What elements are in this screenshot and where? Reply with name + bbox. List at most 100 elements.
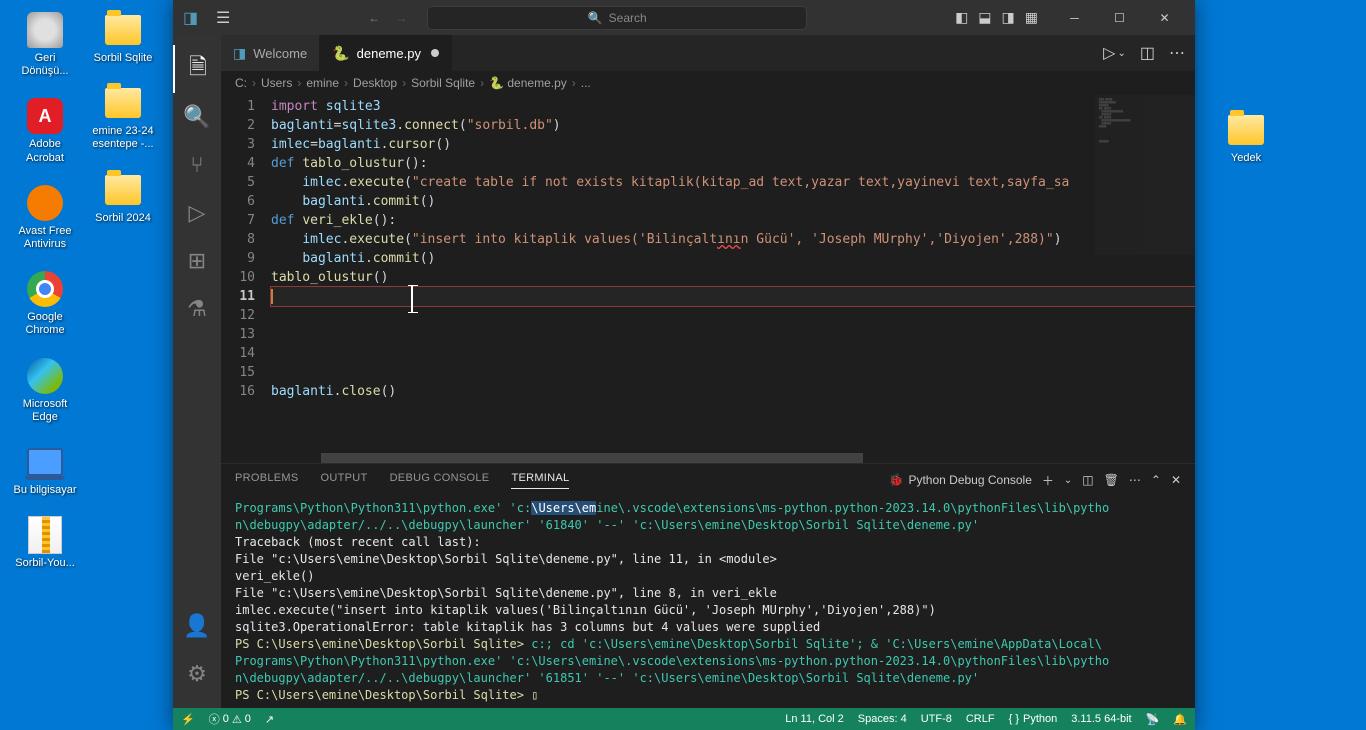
more-terminal-icon[interactable]: ⋯ xyxy=(1129,473,1141,487)
command-center-search[interactable]: 🔍 Search xyxy=(427,6,807,30)
pc-icon xyxy=(25,442,65,482)
problems-indicator[interactable]: ⓧ0 ⚠0 xyxy=(209,711,251,727)
code-content[interactable]: import sqlite3baglanti=sqlite3.connect("… xyxy=(271,95,1195,463)
terminal-dropdown-icon[interactable]: ⌄ xyxy=(1064,475,1072,486)
feedback-icon[interactable]: 📡 xyxy=(1146,713,1160,726)
run-button[interactable]: ▷ ⌄ xyxy=(1103,43,1126,63)
breadcrumbs[interactable]: C:›Users›emine›Desktop›Sorbil Sqlite›🐍 d… xyxy=(221,71,1195,95)
desktop-icon-bu-bilgisayar[interactable]: Bu bilgisayar xyxy=(10,442,80,497)
search-icon: 🔍 xyxy=(588,11,603,25)
minimap[interactable]: ████ ███████████████████████████████ ███… xyxy=(1095,95,1195,255)
maximize-panel-icon[interactable]: ⌃ xyxy=(1151,473,1161,487)
desktop-icon-adobe-acrobat[interactable]: AAdobe Acrobat xyxy=(10,96,80,164)
code-line-13[interactable] xyxy=(271,325,1195,344)
panel-tab-problems[interactable]: PROBLEMS xyxy=(235,472,299,488)
nav-back-icon[interactable]: ← xyxy=(368,11,380,25)
activity-extensions-icon[interactable]: ⊞ xyxy=(173,237,221,285)
breadcrumb-segment[interactable]: C: xyxy=(235,76,247,90)
breadcrumb-segment[interactable]: ... xyxy=(581,76,591,90)
layout-customize-icon[interactable]: ▦ xyxy=(1025,9,1038,26)
code-line-5[interactable]: imlec.execute("create table if not exist… xyxy=(271,173,1195,192)
code-line-4[interactable]: def tablo_olustur(): xyxy=(271,154,1195,173)
layout-panel-icon[interactable]: ⬓ xyxy=(978,9,991,26)
close-panel-icon[interactable]: ✕ xyxy=(1171,473,1181,487)
desktop-icon-geri-d-n-[interactable]: Geri Dönüşü... xyxy=(10,10,80,78)
code-line-12[interactable] xyxy=(271,306,1195,325)
folder-icon xyxy=(103,170,143,210)
panel-tab-debug-console[interactable]: DEBUG CONSOLE xyxy=(390,472,490,488)
notifications-icon[interactable]: 🔔 xyxy=(1173,713,1187,726)
curly-icon: { } xyxy=(1009,713,1019,725)
minimize-button[interactable]: ─ xyxy=(1052,0,1097,35)
breadcrumb-segment[interactable]: Desktop xyxy=(353,76,397,90)
terminal-line: Programs\Python\Python311\python.exe' 'c… xyxy=(235,653,1181,670)
terminal-output[interactable]: Programs\Python\Python311\python.exe' 'c… xyxy=(221,496,1195,708)
desktop-icon-sorbil-2024[interactable]: Sorbil 2024 xyxy=(88,170,158,225)
code-line-6[interactable]: baglanti.commit() xyxy=(271,192,1195,211)
desktop-icon-yedek[interactable]: Yedek xyxy=(1211,110,1281,165)
activity-account-icon[interactable]: 👤 xyxy=(173,602,221,650)
encoding[interactable]: UTF-8 xyxy=(921,713,952,725)
terminal-profile-dropdown[interactable]: 🐞Python Debug Console xyxy=(889,473,1032,487)
eol[interactable]: CRLF xyxy=(966,713,995,725)
layout-sidebar-left-icon[interactable]: ◧ xyxy=(955,9,968,26)
menu-button[interactable]: ☰ xyxy=(208,8,238,28)
desktop-icon-sorbil-you-[interactable]: Sorbil-You... xyxy=(10,515,80,570)
breadcrumb-segment[interactable]: Sorbil Sqlite xyxy=(411,76,475,90)
tab-deneme-py[interactable]: 🐍deneme.py xyxy=(320,35,452,71)
tab-label: Welcome xyxy=(253,46,307,61)
activity-scm-icon[interactable]: ⑂ xyxy=(173,141,221,189)
desktop-icon-emine-23-24-esentepe-[interactable]: emine 23-24 esentepe -... xyxy=(88,83,158,151)
edge-icon xyxy=(25,356,65,396)
new-terminal-icon[interactable]: ＋ xyxy=(1042,472,1054,489)
code-line-7[interactable]: def veri_ekle(): xyxy=(271,211,1195,230)
close-button[interactable]: ✕ xyxy=(1142,0,1187,35)
code-line-14[interactable] xyxy=(271,344,1195,363)
code-line-16[interactable]: baglanti.close() xyxy=(271,382,1195,401)
code-line-9[interactable]: baglanti.commit() xyxy=(271,249,1195,268)
code-line-2[interactable]: baglanti=sqlite3.connect("sorbil.db") xyxy=(271,116,1195,135)
panel-tab-terminal[interactable]: TERMINAL xyxy=(511,472,569,489)
breadcrumb-segment[interactable]: emine xyxy=(306,76,339,90)
language-mode[interactable]: { }Python xyxy=(1009,713,1058,725)
more-actions-icon[interactable]: ⋯ xyxy=(1169,43,1185,63)
debug-icon: 🐞 xyxy=(889,473,904,487)
code-line-15[interactable] xyxy=(271,363,1195,382)
nav-forward-icon[interactable]: → xyxy=(395,11,407,25)
code-line-1[interactable]: import sqlite3 xyxy=(271,97,1195,116)
activity-testing-icon[interactable]: ⚗ xyxy=(173,285,221,333)
breadcrumb-segment[interactable]: 🐍 deneme.py xyxy=(489,76,567,90)
maximize-button[interactable]: ☐ xyxy=(1097,0,1142,35)
remote-indicator[interactable]: ⚡ xyxy=(181,713,195,726)
indentation[interactable]: Spaces: 4 xyxy=(858,713,907,725)
activity-debug-icon[interactable]: ▷ xyxy=(173,189,221,237)
horizontal-scrollbar[interactable] xyxy=(321,453,1095,463)
tab-label: deneme.py xyxy=(357,46,421,61)
desktop-icon-microsoft-edge[interactable]: Microsoft Edge xyxy=(10,356,80,424)
kill-terminal-icon[interactable]: 🗑 xyxy=(1104,473,1119,487)
cursor-position[interactable]: Ln 11, Col 2 xyxy=(785,713,844,725)
split-editor-icon[interactable]: ◫ xyxy=(1140,43,1155,63)
panel-tab-output[interactable]: OUTPUT xyxy=(321,472,368,488)
activity-search-icon[interactable]: 🔍 xyxy=(173,93,221,141)
live-share-icon[interactable]: ↗ xyxy=(265,713,274,726)
tab-welcome[interactable]: ◨Welcome xyxy=(221,35,320,71)
code-line-3[interactable]: imlec=baglanti.cursor() xyxy=(271,135,1195,154)
desktop-icon-avast-free-antivirus[interactable]: Avast Free Antivirus xyxy=(10,183,80,251)
bottom-panel: PROBLEMS OUTPUT DEBUG CONSOLE TERMINAL 🐞Pyt… xyxy=(221,463,1195,708)
desktop-icon-label: Bu bilgisayar xyxy=(14,484,77,497)
activity-explorer-icon[interactable]: 🗎 xyxy=(173,45,221,93)
folder-icon xyxy=(103,83,143,123)
folder-icon xyxy=(1226,110,1266,150)
chevron-right-icon: › xyxy=(480,76,484,90)
editor[interactable]: 12345678910111213141516 import sqlite3ba… xyxy=(221,95,1195,463)
desktop-icon-google-chrome[interactable]: Google Chrome xyxy=(10,269,80,337)
activity-settings-icon[interactable]: ⚙ xyxy=(173,650,221,698)
layout-sidebar-right-icon[interactable]: ◨ xyxy=(1002,9,1015,26)
breadcrumb-segment[interactable]: Users xyxy=(261,76,292,90)
code-line-8[interactable]: imlec.execute("insert into kitaplik valu… xyxy=(271,230,1195,249)
desktop-icon-sorbil-sqlite[interactable]: Sorbil Sqlite xyxy=(88,10,158,65)
code-line-11[interactable] xyxy=(271,287,1195,306)
split-terminal-icon[interactable]: ◫ xyxy=(1082,473,1093,487)
python-version[interactable]: 3.11.5 64-bit xyxy=(1071,713,1131,725)
